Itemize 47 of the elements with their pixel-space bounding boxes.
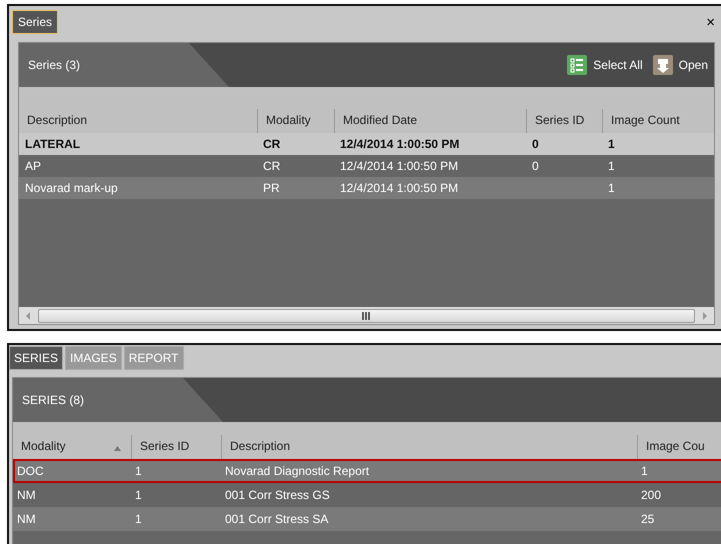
table-cell-text: PR — [262, 181, 281, 195]
close-button[interactable]: × — [706, 14, 715, 30]
left-arrow-icon[interactable] — [24, 310, 32, 320]
download-icon — [652, 55, 673, 75]
tab[interactable]: SERIES — [9, 346, 64, 370]
table-row[interactable]: Novarad mark-up PR 12/4/2014 1:00:50 PM 1 — [19, 177, 714, 199]
table-cell-text: 1 — [134, 488, 143, 502]
table-cell-text: CR — [262, 137, 282, 151]
table-cell-text: 12/4/2014 1:00:50 PM — [339, 181, 460, 195]
table-row[interactable]: DOC 1 Novarad Diagnostic Report 1 — [13, 459, 721, 483]
table-cell-text: Novarad mark-up — [24, 181, 119, 195]
table-cell-text: 1 — [134, 512, 143, 526]
table-cell-text: 001 Corr Stress SA — [224, 512, 330, 526]
table-row[interactable]: NM 1 001 Corr Stress SA 25 — [13, 507, 721, 531]
table-cell-text: 1 — [607, 137, 616, 151]
table-cell-text: DOC — [16, 464, 45, 478]
table-cell-text: 12/4/2014 1:00:50 PM — [339, 137, 460, 151]
table-cell-text: 1 — [607, 181, 616, 195]
grip-icon — [362, 312, 372, 320]
table-cell-text: 1 — [640, 464, 649, 478]
table-row[interactable]: LATERAL CR 12/4/2014 1:00:50 PM 0 1 — [19, 133, 714, 155]
select-all-button[interactable]: Select All — [567, 55, 643, 75]
checklist-icon — [567, 55, 588, 75]
horizontal-scrollbar[interactable] — [19, 307, 714, 324]
right-arrow-icon[interactable] — [701, 310, 709, 320]
sort-ascending-icon — [114, 446, 121, 451]
table-cell-text: 0 — [531, 137, 540, 151]
table-cell-text: Novarad Diagnostic Report — [224, 464, 370, 478]
panel-title: SERIES (8) — [22, 393, 84, 407]
table-cell-text: NM — [16, 512, 37, 526]
table-cell-text: 25 — [640, 512, 656, 526]
panel-title: Series (3) — [28, 58, 80, 72]
table-cell-text: NM — [16, 488, 37, 502]
open-button[interactable]: Open — [652, 55, 708, 75]
table-cell-text: 1 — [607, 159, 616, 173]
window-tab[interactable]: Series — [12, 10, 58, 34]
table-cell-text: 12/4/2014 1:00:50 PM — [339, 159, 460, 173]
table-cell-text: AP — [24, 159, 42, 173]
column-header[interactable]: Modality — [13, 435, 131, 459]
column-header[interactable]: Description — [19, 109, 257, 133]
table-cell-text: 200 — [640, 488, 662, 502]
table-cell-text: 0 — [531, 159, 540, 173]
table-cell-text: 001 Corr Stress GS — [224, 488, 331, 502]
scrollbar-thumb[interactable] — [38, 308, 695, 322]
table-cell-text: CR — [262, 159, 282, 173]
table-cell-text: LATERAL — [24, 137, 82, 151]
table-cell-text: 1 — [134, 464, 143, 478]
